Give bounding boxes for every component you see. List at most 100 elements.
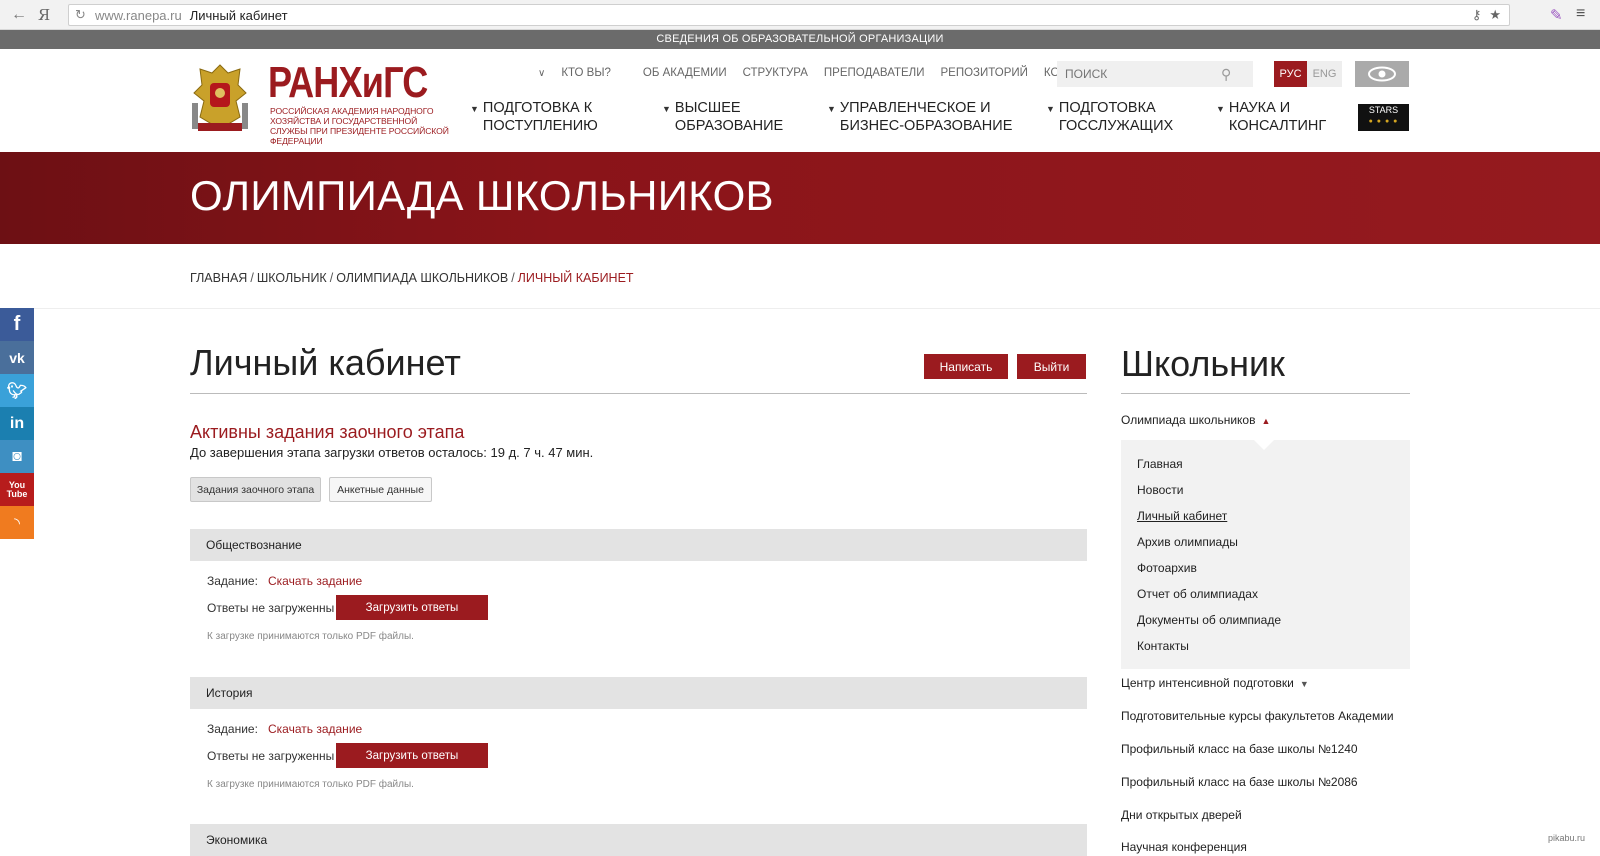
browser-menu-icon[interactable]: ≡ [1576,5,1585,23]
active-stage-heading: Активны задания заочного этапа [190,422,465,442]
sidebar-title: Школьник [1121,343,1285,384]
nav-science-consulting[interactable]: ▼ НАУКА И КОНСАЛТИНГ [1216,99,1326,135]
browser-toolbar: ← Я ↻ www.ranepa.ru Личный кабинет ⚷ ★ ✎… [0,0,1600,30]
breadcrumb-current: ЛИЧНЫЙ КАБИНЕТ [517,271,634,285]
social-share-bar: f vk 🐦︎ in ◙ You Tube ◝ [0,308,34,539]
sidebar-item-archive[interactable]: Архив олимпиады [1137,535,1238,549]
banner-title: ОЛИМПИАДА ШКОЛЬНИКОВ [190,172,774,219]
triangle-up-icon: ▲ [1261,416,1271,426]
topnav-teachers[interactable]: ПРЕПОДАВАТЕЛИ [824,67,925,79]
main-navigation: ▼ ПОДГОТОВКА К ПОСТУПЛЕНИЮ ▼ ВЫСШЕЕ ОБРАЗОВА… [470,99,1330,139]
sidebar-parent-olympiad[interactable]: Олимпиада школьников ▲ [1121,413,1270,427]
breadcrumb-student[interactable]: ШКОЛЬНИК [257,271,327,285]
divider [1121,393,1410,394]
pdf-note: К загрузке принимаются только PDF файлы. [207,779,414,790]
nav-admission-prep[interactable]: ▼ ПОДГОТОВКА К ПОСТУПЛЕНИЮ [470,99,598,135]
coat-of-arms-icon[interactable] [190,59,250,139]
upload-status: Ответы не загруженны [207,749,335,763]
logo-wordmark[interactable]: РАНХиГС [268,61,428,105]
sidebar-item-documents[interactable]: Документы об олимпиаде [1137,613,1281,627]
sidebar-item-contacts[interactable]: Контакты [1137,639,1189,653]
key-icon[interactable]: ⚷ [1472,7,1482,23]
lang-ru-button[interactable]: РУС [1274,61,1307,87]
subject-header-history: История [190,677,1087,709]
watermark: pikabu.ru [1548,833,1586,843]
breadcrumb-home[interactable]: ГЛАВНАЯ [190,271,247,285]
site-header: РАНХиГС Российская академия народного хо… [0,49,1600,152]
bookmark-star-icon[interactable]: ★ [1489,7,1501,23]
logout-button[interactable]: Выйти [1017,354,1086,379]
download-task-link[interactable]: Скачать задание [268,574,362,588]
rss-icon[interactable]: ◝ [0,506,34,539]
divider [190,393,1087,394]
lang-en-button[interactable]: ENG [1307,61,1342,87]
breadcrumb-olympiad[interactable]: ОЛИМПИАДА ШКОЛЬНИКОВ [336,271,508,285]
upload-status: Ответы не загруженны [207,601,335,615]
sidebar-item-prep-courses[interactable]: Подготовительные курсы факультетов Акаде… [1121,709,1394,723]
page-title: Личный кабинет [190,342,461,383]
write-button[interactable]: Написать [924,354,1008,379]
linkedin-icon[interactable]: in [0,407,34,440]
sidebar-submenu [1121,440,1410,669]
task-label: Задание: [207,574,258,588]
task-label: Задание: [207,722,258,736]
sidebar-item-home[interactable]: Главная [1137,457,1183,471]
upload-answers-button[interactable]: Загрузить ответы [336,595,488,620]
sidebar-item-open-days[interactable]: Дни открытых дверей [1121,808,1242,822]
star-dots-icon: ● ● ● ● [1368,118,1399,125]
instagram-icon[interactable]: ◙ [0,440,34,473]
triangle-down-icon: ▼ [1299,679,1309,689]
youtube-icon[interactable]: You Tube [0,473,34,506]
topnav-structure[interactable]: СТРУКТУРА [743,67,808,79]
url-domain: www.ranepa.ru [95,7,182,23]
subject-header-economics: Экономика [190,824,1087,856]
extension-feather-icon[interactable]: ✎ [1550,6,1563,24]
vk-icon[interactable]: vk [0,341,34,374]
sidebar-item-school-2086[interactable]: Профильный класс на базе школы №2086 [1121,775,1358,789]
accessibility-eye-icon[interactable] [1355,61,1409,87]
sidebar-item-intensive-center[interactable]: Центр интенсивной подготовки ▼ [1121,676,1309,690]
upload-answers-button[interactable]: Загрузить ответы [336,743,488,768]
back-arrow-icon[interactable]: ← [8,4,30,26]
download-task-link[interactable]: Скачать задание [268,722,362,736]
stars-rating-badge[interactable]: STARS ● ● ● ● [1358,104,1409,131]
countdown-text: До завершения этапа загрузки ответов ост… [190,445,594,460]
divider [0,308,1600,309]
dropdown-triangle-icon: ▼ [1046,104,1055,114]
nav-higher-education[interactable]: ▼ ВЫСШЕЕ ОБРАЗОВАНИЕ [662,99,783,135]
sidebar-item-reports[interactable]: Отчет об олимпиадах [1137,587,1258,601]
dropdown-triangle-icon: ▼ [662,104,671,114]
submenu-notch [1254,440,1274,450]
nav-business-education[interactable]: ▼ УПРАВЛЕНЧЕСКОЕ И БИЗНЕС-ОБРАЗОВАНИЕ [827,99,1012,135]
tab-profile-data[interactable]: Анкетные данные [329,477,432,502]
topnav-repository[interactable]: РЕПОЗИТОРИЙ [940,67,1027,79]
chevron-down-icon: ∨ [538,68,546,79]
dropdown-triangle-icon: ▼ [470,104,479,114]
pdf-note: К загрузке принимаются только PDF файлы. [207,631,414,642]
search-input[interactable] [1057,67,1217,81]
sidebar-item-conference[interactable]: Научная конференция [1121,840,1247,854]
sidebar-item-school-1240[interactable]: Профильный класс на базе школы №1240 [1121,742,1358,756]
breadcrumb: ГЛАВНАЯ / ШКОЛЬНИК / ОЛИМПИАДА ШКОЛЬНИКОВ / ЛИ… [190,271,634,285]
search-icon[interactable]: ⚲ [1221,66,1231,83]
info-bar-link[interactable]: СВЕДЕНИЯ ОБ ОБРАЗОВАТЕЛЬНОЙ ОРГАНИЗАЦИИ [0,30,1600,49]
dropdown-triangle-icon: ▼ [827,104,836,114]
facebook-icon[interactable]: f [0,308,34,341]
address-bar[interactable]: ↻ www.ranepa.ru Личный кабинет ⚷ ★ [68,4,1510,26]
url-page-title: Личный кабинет [189,7,288,23]
sidebar-item-news[interactable]: Новости [1137,483,1183,497]
page-banner: ОЛИМПИАДА ШКОЛЬНИКОВ [0,152,1600,244]
search-box: ⚲ [1057,61,1253,87]
subject-header-social-studies: Обществознание [190,529,1087,561]
topnav-about[interactable]: ОБ АКАДЕМИИ [643,67,727,79]
topnav-who-are-you[interactable]: ∨ КТО ВЫ? [538,67,627,79]
sidebar-item-photo-archive[interactable]: Фотоархив [1137,561,1197,575]
top-navigation: ∨ КТО ВЫ? ОБ АКАДЕМИИ СТРУКТУРА ПРЕПОДАВА… [538,67,1122,79]
twitter-icon[interactable]: 🐦︎ [0,374,34,407]
yandex-logo[interactable]: Я [38,6,50,24]
logo-subtitle: Российская академия народного хозяйства … [270,106,449,146]
nav-civil-service[interactable]: ▼ ПОДГОТОВКА ГОССЛУЖАЩИХ [1046,99,1173,135]
sidebar-item-account[interactable]: Личный кабинет [1137,509,1227,523]
reload-icon[interactable]: ↻ [75,7,86,23]
tab-correspondence-tasks[interactable]: Задания заочного этапа [190,477,321,502]
